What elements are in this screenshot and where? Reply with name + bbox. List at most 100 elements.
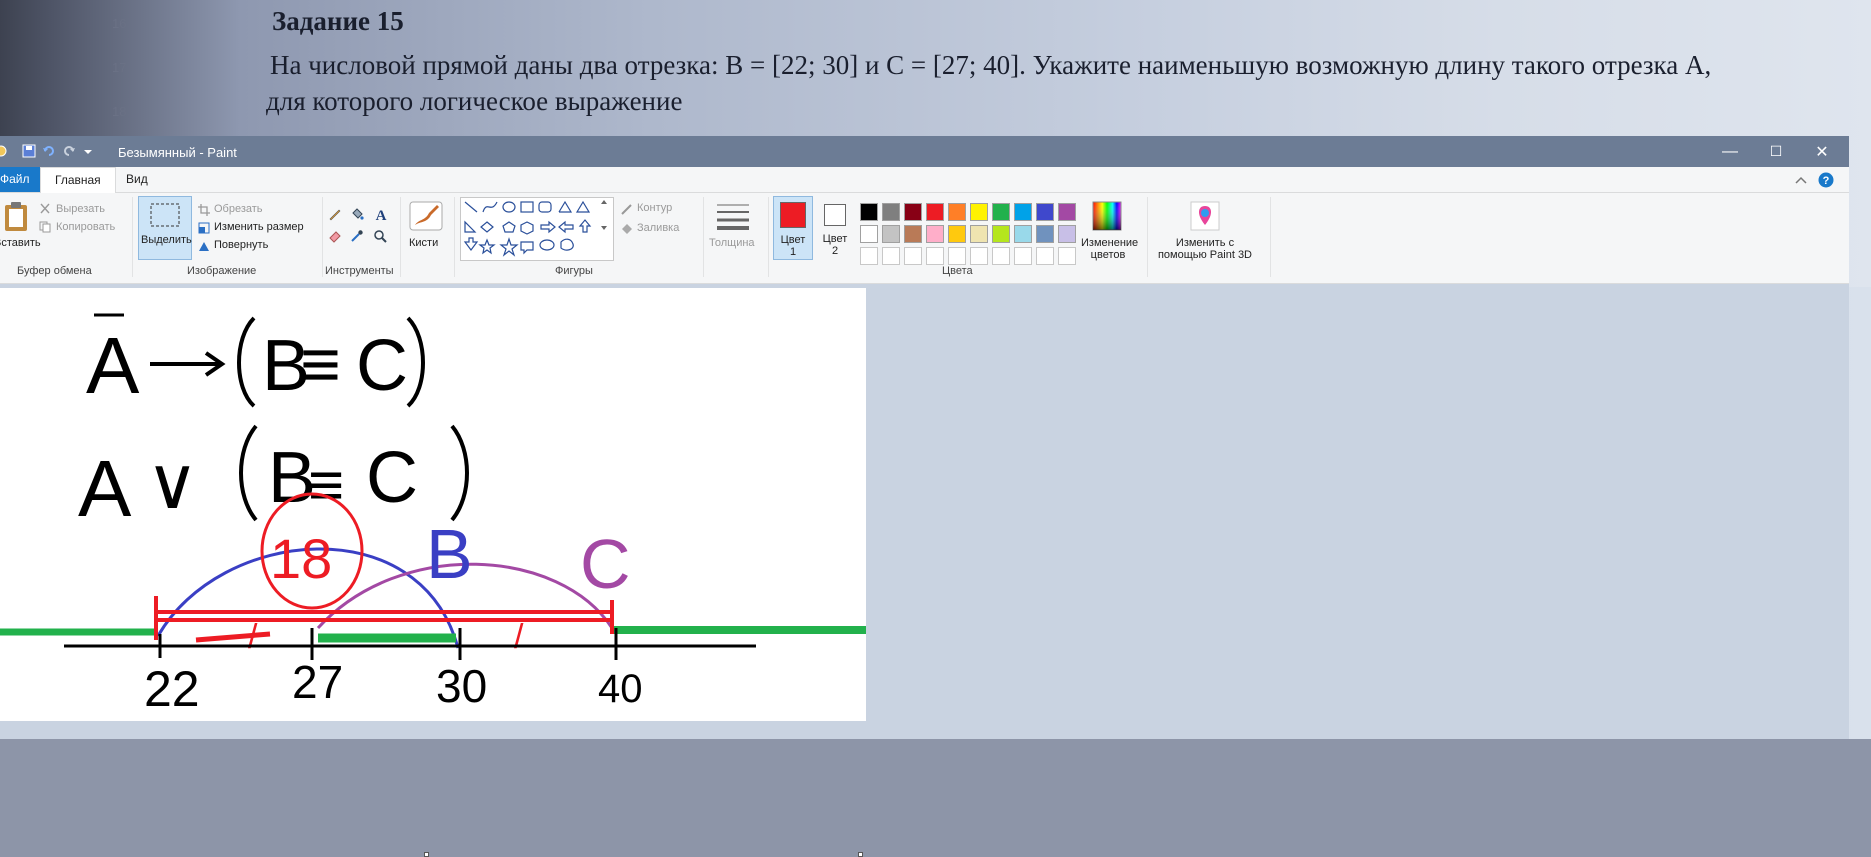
palette-color-swatch[interactable] [948,203,966,221]
color1-swatch [780,202,806,228]
drawing-canvas[interactable]: A B ≡ C A ∨ B ≡ C B C 18 / / 22 27 30 40 [0,288,866,721]
color2-button[interactable]: Цвет 2 [817,196,853,260]
palette-empty-swatch[interactable] [904,247,922,265]
crop-button[interactable]: Обрезать [214,203,263,215]
save-icon[interactable] [22,144,36,158]
rotate-icon [199,242,209,251]
group-label-colors: Цвета [942,265,973,277]
expr1-a: A [86,321,140,410]
margin-number: 16 [112,16,127,31]
redo-icon[interactable] [62,144,76,158]
expr2-a: A [78,444,132,533]
palette-color-swatch[interactable] [970,225,988,243]
palette-color-swatch[interactable] [1014,203,1032,221]
palette-color-swatch[interactable] [1014,225,1032,243]
resize-button[interactable]: Изменить размер [214,221,304,233]
size-icon[interactable] [715,201,751,231]
palette-color-swatch[interactable] [882,203,900,221]
palette-color-swatch[interactable] [992,225,1010,243]
edit-with-paint3d-button[interactable]: Изменить с помощью Paint 3D [1152,237,1258,261]
tick-label: 40 [598,667,643,711]
palette-color-swatch[interactable] [1058,203,1076,221]
palette-empty-swatch[interactable] [970,247,988,265]
group-label-tools: Инструменты [325,265,394,277]
edit-colors-icon[interactable] [1092,201,1122,231]
palette-color-swatch[interactable] [992,203,1010,221]
copy-icon [39,221,51,233]
minimize-button[interactable]: — [1707,136,1753,167]
task-text-line: На числовой прямой даны два отрезка: B =… [270,50,1712,80]
palette-empty-swatch[interactable] [860,247,878,265]
group-separator [1270,197,1271,277]
palette-color-swatch[interactable] [860,225,878,243]
collapse-ribbon-icon[interactable] [1795,175,1807,185]
red-mark: / [514,618,524,656]
rotate-button[interactable]: Повернуть [214,239,268,251]
pencil-icon[interactable] [328,207,342,221]
select-button[interactable]: Выделить [138,196,192,260]
palette-color-swatch[interactable] [904,203,922,221]
palette-empty-swatch[interactable] [926,247,944,265]
palette-color-swatch[interactable] [1058,225,1076,243]
paste-button[interactable]: Вставить [0,237,41,249]
brushes-button[interactable]: Кисти [409,237,438,249]
fill-bucket-icon[interactable] [350,207,364,221]
cut-button[interactable]: Вырезать [56,203,105,215]
edit-colors-button[interactable]: Изменение цветов [1081,237,1138,261]
text-icon[interactable]: A [373,206,389,222]
resize-icon [198,222,210,234]
canvas-resize-handle-corner[interactable] [858,852,863,857]
palette-empty-swatch[interactable] [948,247,966,265]
palette-color-swatch[interactable] [970,203,988,221]
palette-color-swatch[interactable] [1036,225,1054,243]
expr2-or: ∨ [146,444,199,524]
close-button[interactable]: ✕ [1799,136,1845,167]
palette-empty-swatch[interactable] [1036,247,1054,265]
palette-empty-swatch[interactable] [992,247,1010,265]
magnifier-icon[interactable] [373,229,387,243]
palette-color-swatch[interactable] [904,225,922,243]
fill-dropdown[interactable]: Заливка [637,222,679,234]
label-c: C [580,525,631,603]
outline-icon [621,204,632,215]
color1-button[interactable]: Цвет 1 [773,196,813,260]
task-title: Задание 15 [272,6,404,36]
margin-number: 18 [112,104,127,119]
color-picker-icon[interactable] [350,229,364,243]
group-separator [132,197,133,277]
outline-dropdown[interactable]: Контур [637,202,672,214]
palette-color-swatch[interactable] [948,225,966,243]
palette-empty-swatch[interactable] [882,247,900,265]
eraser-icon[interactable] [328,229,342,243]
expr1-eq: ≡ [300,325,341,403]
copy-button[interactable]: Копировать [56,221,115,233]
size-button[interactable]: Толщина [709,237,755,249]
paint-app-icon[interactable] [0,144,8,158]
help-icon[interactable]: ? [1818,172,1834,188]
palette-empty-swatch[interactable] [1014,247,1032,265]
tab-view[interactable]: Вид [112,167,162,192]
palette-color-swatch[interactable] [882,225,900,243]
customize-quick-access-icon[interactable] [81,144,95,158]
palette-color-swatch[interactable] [1036,203,1054,221]
paste-icon[interactable] [2,201,30,233]
color1-label: Цвет 1 [780,234,806,258]
undo-icon[interactable] [42,144,56,158]
palette-empty-swatch[interactable] [1058,247,1076,265]
title-bar: Безымянный - Paint — ☐ ✕ [0,136,1849,167]
group-separator [454,197,455,277]
palette-color-swatch[interactable] [926,225,944,243]
group-label-image: Изображение [187,265,257,277]
palette-color-swatch[interactable] [926,203,944,221]
ribbon: Вставить Вырезать Копировать Буфер обмен… [0,193,1849,284]
tab-file[interactable]: Файл [0,167,43,192]
brushes-icon[interactable] [409,201,443,231]
paint3d-icon[interactable] [1190,201,1220,231]
tab-home[interactable]: Главная [40,167,116,194]
shapes-gallery[interactable] [460,197,614,261]
maximize-button[interactable]: ☐ [1753,136,1799,167]
ribbon-tabs: Файл Главная Вид ? [0,167,1849,194]
crop-icon [198,204,210,216]
palette-color-swatch[interactable] [860,203,878,221]
canvas-resize-handle-bottom[interactable] [424,852,429,857]
